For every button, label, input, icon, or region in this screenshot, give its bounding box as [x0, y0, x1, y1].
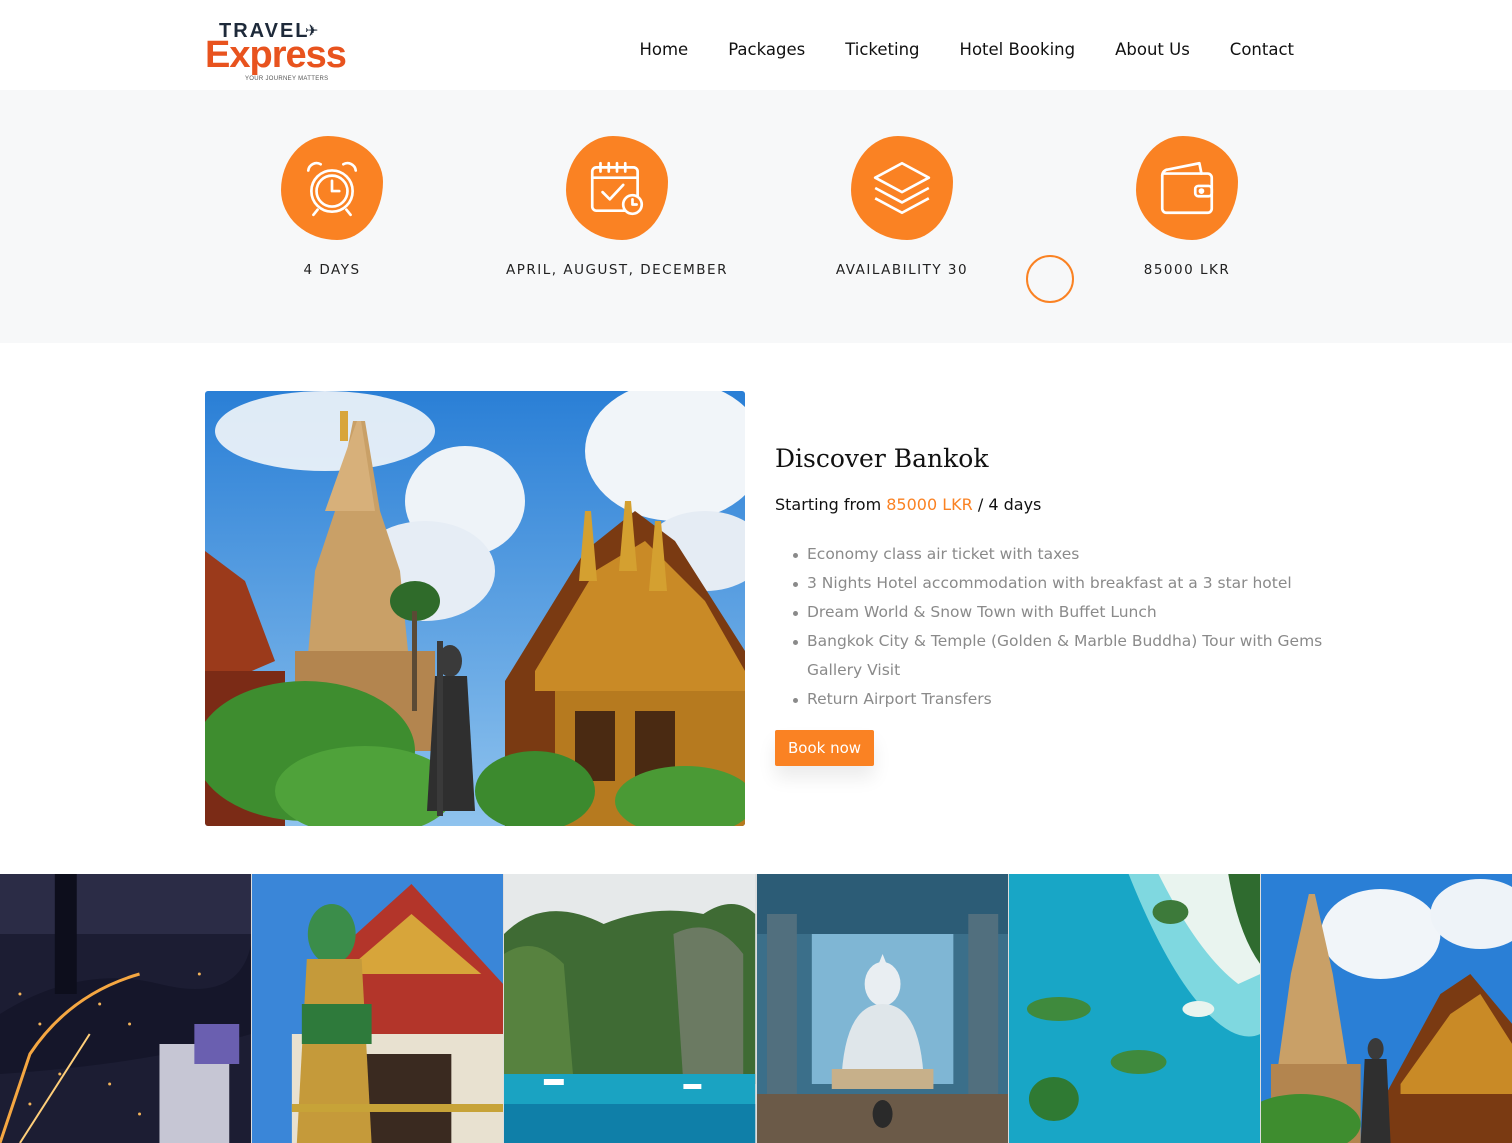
nav-home[interactable]: Home: [639, 40, 688, 59]
price-suffix: / 4 days: [977, 495, 1042, 514]
feature-months: APRIL, AUGUST, DECEMBER: [487, 136, 747, 278]
gallery-photo-aerial-islands[interactable]: [1008, 874, 1260, 1143]
book-now-button[interactable]: Book now: [775, 730, 875, 766]
list-item: 3 Nights Hotel accommodation with breakf…: [793, 569, 1335, 598]
wallet-icon: [1136, 136, 1238, 240]
feature-availability-label: AVAILABILITY 30: [835, 262, 969, 278]
feature-price-label: 85000 LKR: [1143, 262, 1231, 278]
package-info: Discover Bankok Starting from 85000 LKR …: [775, 444, 1335, 766]
gallery-photo-white-buddha[interactable]: [756, 874, 1008, 1143]
list-item: Economy class air ticket with taxes: [793, 540, 1335, 569]
feature-price: 85000 LKR: [1057, 136, 1317, 278]
nav-ticketing[interactable]: Ticketing: [845, 40, 919, 59]
gallery-photo-bangkok-night[interactable]: [0, 874, 252, 1143]
nav-contact[interactable]: Contact: [1230, 40, 1294, 59]
main-nav: Home Packages Ticketing Hotel Booking Ab…: [639, 40, 1294, 59]
package-features: 4 DAYS APRIL, AUGUST, DECEMBER AVAILABIL…: [0, 90, 1512, 343]
package-hero-image: [205, 391, 745, 826]
logo-tagline: YOUR JOURNEY MATTERS: [245, 76, 329, 82]
travel-express-logo[interactable]: TRAVEL ✈ Express YOUR JOURNEY MATTERS: [205, 20, 347, 86]
gallery-photo-thai-temple[interactable]: [1260, 874, 1512, 1143]
inclusions-list: Economy class air ticket with taxes 3 Ni…: [775, 540, 1335, 714]
list-item: Dream World & Snow Town with Buffet Lunc…: [793, 598, 1335, 627]
feature-duration-label: 4 DAYS: [303, 262, 361, 278]
list-item: Bangkok City & Temple (Golden & Marble B…: [793, 627, 1335, 685]
feature-duration: 4 DAYS: [202, 136, 462, 278]
cursor-ring: [1026, 255, 1074, 303]
price-prefix: Starting from: [775, 495, 882, 514]
feature-months-label: APRIL, AUGUST, DECEMBER: [506, 262, 728, 278]
gallery-photo-limestone-lagoon[interactable]: [504, 874, 756, 1143]
nav-packages[interactable]: Packages: [728, 40, 805, 59]
nav-hotel-booking[interactable]: Hotel Booking: [960, 40, 1076, 59]
nav-about-us[interactable]: About Us: [1115, 40, 1190, 59]
photo-gallery: [0, 874, 1512, 1143]
alarm-clock-icon: [281, 136, 383, 240]
feature-availability: AVAILABILITY 30: [772, 136, 1032, 278]
list-item: Return Airport Transfers: [793, 685, 1335, 714]
calendar-check-icon: [566, 136, 668, 240]
package-title: Discover Bankok: [775, 444, 989, 473]
gallery-photo-temple-guardian[interactable]: [252, 874, 504, 1143]
site-header: TRAVEL ✈ Express YOUR JOURNEY MATTERS Ho…: [0, 0, 1512, 90]
layers-icon: [851, 136, 953, 240]
price-value: 85000 LKR: [886, 495, 973, 514]
logo-main-text: Express: [205, 34, 347, 76]
package-price-line: Starting from 85000 LKR / 4 days: [775, 495, 1335, 514]
